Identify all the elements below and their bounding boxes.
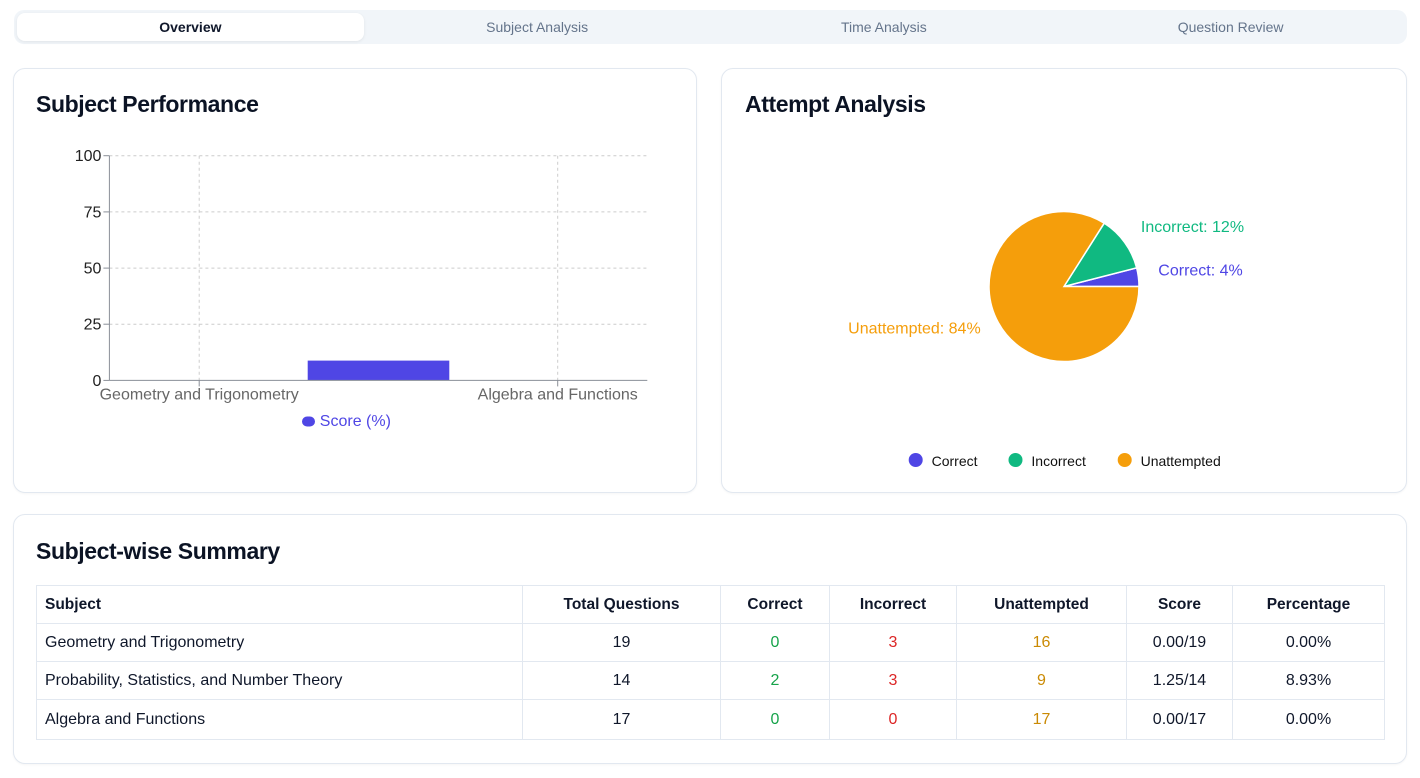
svg-text:100: 100 — [75, 148, 102, 165]
svg-text:Incorrect: 12%: Incorrect: 12% — [1141, 219, 1244, 236]
svg-text:75: 75 — [84, 204, 102, 221]
svg-text:Geometry and Trigonometry: Geometry and Trigonometry — [100, 386, 299, 403]
svg-text:Correct: 4%: Correct: 4% — [1158, 263, 1242, 280]
svg-text:Score (%): Score (%) — [320, 413, 391, 430]
svg-text:50: 50 — [84, 261, 102, 278]
svg-text:Correct: Correct — [932, 453, 978, 469]
svg-text:Algebra and Functions: Algebra and Functions — [478, 386, 638, 403]
svg-text:Unattempted: 84%: Unattempted: 84% — [848, 321, 981, 338]
svg-text:25: 25 — [84, 317, 102, 334]
svg-text:Unattempted: Unattempted — [1141, 453, 1221, 469]
svg-text:Incorrect: Incorrect — [1031, 453, 1086, 469]
